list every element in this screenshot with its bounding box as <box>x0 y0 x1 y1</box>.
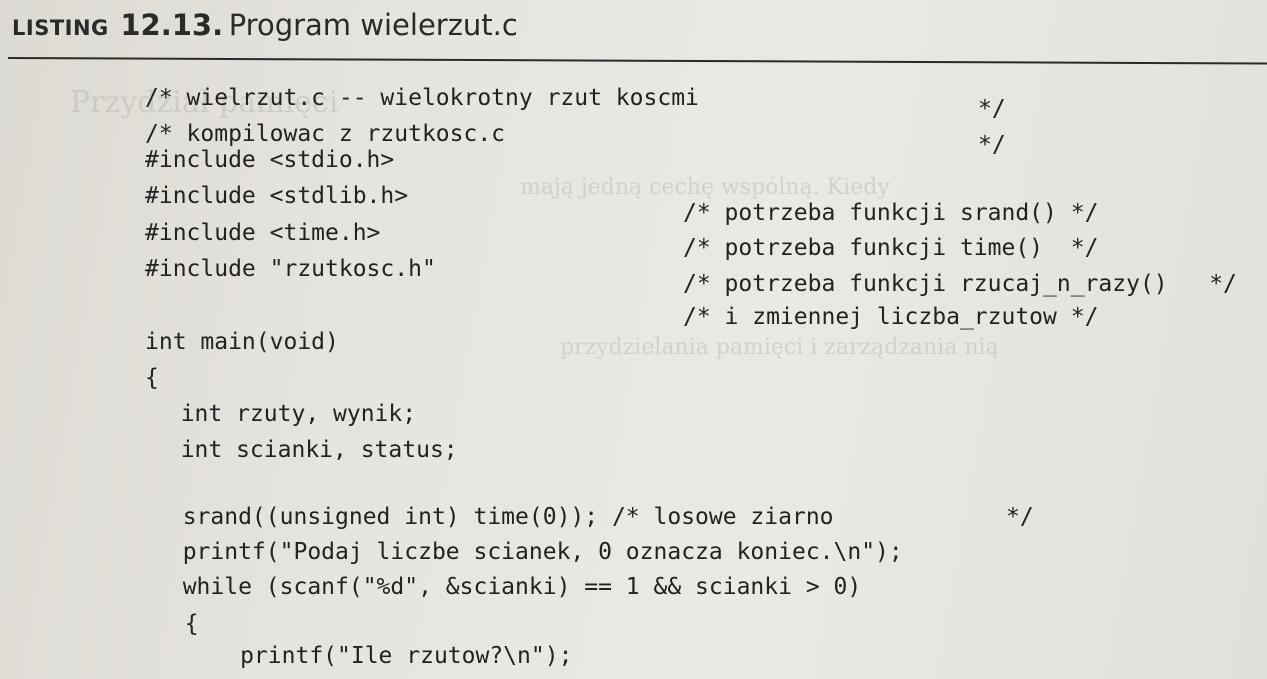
code-line: printf("Ile rzutow?\n"); <box>157 643 573 669</box>
code-line: srand((unsigned int) time(0)); /* losowe… <box>155 504 834 530</box>
code-line: int rzuty, wynik; <box>153 401 417 427</box>
code-comment: */ <box>978 132 1006 158</box>
code-line: printf("Podaj liczbe scianek, 0 oznacza … <box>155 539 903 565</box>
code-line: while (scanf("%d", &scianki) == 1 && sci… <box>155 574 862 600</box>
code-line: { <box>145 365 159 391</box>
code-line: #include "rzutkosc.h" <box>145 256 436 282</box>
code-listing: /* wielrzut.c -- wielokrotny rzut koscmi… <box>0 0 1267 679</box>
code-line: int scianki, status; <box>153 437 458 463</box>
code-line: #include <stdlib.h> <box>145 183 409 209</box>
code-line: int main(void) <box>145 329 339 355</box>
code-comment: /* potrzeba funkcji time() */ <box>683 235 1099 261</box>
code-comment: */ <box>1006 504 1034 530</box>
code-line: /* kompilowac z rzutkosc.c <box>145 121 506 147</box>
code-line: { <box>157 611 199 637</box>
code-comment: /* potrzeba funkcji srand() */ <box>683 200 1099 226</box>
code-line: #include <time.h> <box>145 220 381 246</box>
code-line: /* wielrzut.c -- wielokrotny rzut koscmi <box>145 85 699 111</box>
code-comment: */ <box>978 96 1006 122</box>
code-comment: /* i zmiennej liczba_rzutow */ <box>683 304 1099 330</box>
code-line: #include <stdio.h> <box>145 147 395 173</box>
code-comment: /* potrzeba funkcji rzucaj_n_razy() */ <box>683 271 1237 297</box>
